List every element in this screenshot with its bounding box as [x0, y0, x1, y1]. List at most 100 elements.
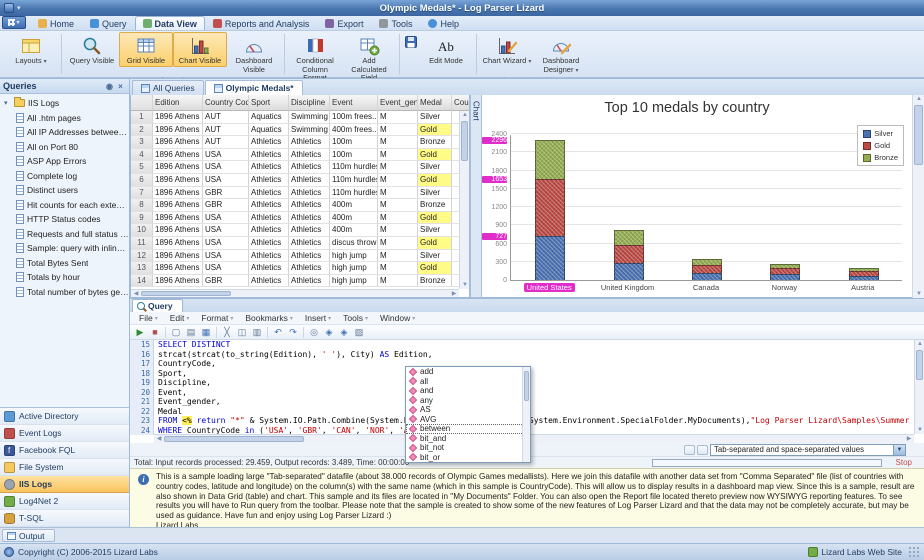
autocomplete-item-avg[interactable]: AVG — [406, 415, 530, 425]
save-button[interactable] — [403, 34, 419, 50]
tree-item-distinct-users[interactable]: Distinct users — [2, 183, 129, 198]
website-link[interactable]: Lizard Labs Web Site — [821, 547, 902, 557]
category-event-logs[interactable]: Event Logs — [0, 425, 129, 442]
x-label-austria[interactable]: Austria — [824, 283, 902, 292]
tree-item-requests-and-full-status-by-num[interactable]: Requests and full status by num... — [2, 227, 129, 242]
table-row[interactable]: 4 1896 Athens USA Athletics Athletics 100m M Go… — [131, 148, 469, 162]
menu-bookmarks[interactable]: Bookmarks ▾ — [239, 313, 299, 323]
stop-button[interactable]: Stop — [888, 458, 920, 467]
menu-tools[interactable]: Tools ▾ — [337, 313, 374, 323]
chevron-down-icon[interactable]: ▼ — [893, 444, 905, 455]
content-vertical-scrollbar[interactable]: ▲ ▼ — [912, 95, 924, 298]
scroll-down-icon[interactable]: ▼ — [460, 281, 469, 289]
table-row[interactable]: 6 1896 Athens USA Athletics Athletics 110m hu… — [131, 173, 469, 187]
editor-horizontal-scrollbar[interactable]: ◀ ▶ — [154, 434, 914, 443]
x-label-united-states[interactable]: United States — [510, 283, 588, 292]
autocomplete-item-as[interactable]: AS — [406, 405, 530, 415]
category-active-directory[interactable]: Active Directory — [0, 408, 129, 425]
app-icon[interactable] — [4, 3, 14, 13]
table-row[interactable]: 7 1896 Athens GBR Athletics Athletics 110m hu… — [131, 186, 469, 200]
legend-item-bronze[interactable]: Bronze — [863, 153, 898, 162]
output-tab[interactable]: Output — [2, 529, 55, 542]
column-header-discipline[interactable]: Discipline — [289, 95, 330, 111]
bookmark-next-button[interactable]: ◈ — [337, 326, 351, 339]
tree-item-all-ip-addresses-between-192-16[interactable]: All IP Addresses between 192.16... — [2, 125, 129, 140]
table-row[interactable]: 12 1896 Athens USA Athletics Athletics high j… — [131, 249, 469, 263]
code-text[interactable]: Event_gender, — [154, 397, 221, 407]
tree-item-all-htm-pages[interactable]: All .htm pages — [2, 111, 129, 126]
menu-edit[interactable]: Edit ▾ — [164, 313, 196, 323]
autocomplete-item-bit-and[interactable]: bit_and — [406, 434, 530, 444]
scrollbar-thumb[interactable] — [524, 371, 529, 401]
menu-tab-tools[interactable]: Tools — [371, 16, 420, 30]
undo-button[interactable]: ↶ — [271, 326, 285, 339]
column-header-cou[interactable]: Cou... — [452, 95, 469, 111]
find-button[interactable]: ◎ — [307, 326, 321, 339]
resize-grip[interactable] — [908, 546, 920, 558]
tree-item-sample-query-with-inline-vb-net[interactable]: Sample: query with inline VB.Net — [2, 241, 129, 256]
scrollbar-thumb[interactable] — [164, 436, 304, 442]
autocomplete-item-add[interactable]: add — [406, 367, 530, 377]
grid-visible-button[interactable]: Grid Visible — [119, 32, 173, 67]
grid-vertical-scrollbar[interactable]: ▲ ▼ — [459, 111, 469, 289]
scrollbar-thumb[interactable] — [916, 350, 923, 380]
quick-access-dropdown-icon[interactable]: ▾ — [17, 4, 21, 12]
grid-horizontal-scrollbar[interactable]: ◀ ▶ — [131, 289, 459, 297]
code-text[interactable]: Event, — [154, 388, 187, 398]
tree-root-iis-logs[interactable]: ▾ IIS Logs — [2, 96, 129, 111]
menu-tab-reports-and-analysis[interactable]: Reports and Analysis — [205, 16, 318, 30]
menu-tab-export[interactable]: Export — [317, 16, 371, 30]
tree-item-total-bytes-sent[interactable]: Total Bytes Sent — [2, 256, 129, 271]
category-t-sql[interactable]: T-SQL — [0, 510, 129, 527]
autocomplete-item-and[interactable]: and — [406, 386, 530, 396]
menu-tab-home[interactable]: Home — [30, 16, 82, 30]
format-option-icon[interactable] — [684, 444, 695, 455]
table-row[interactable]: 14 1896 Athens GBR Athletics Athletics high j… — [131, 274, 469, 288]
edit-mode-button[interactable]: Ab Edit Mode — [419, 32, 473, 67]
table-row[interactable]: 5 1896 Athens USA Athletics Athletics 110m hu… — [131, 161, 469, 174]
category-facebook-fql[interactable]: Facebook FQL — [0, 442, 129, 459]
scroll-up-icon[interactable]: ▲ — [460, 111, 469, 119]
column-header-country-code[interactable]: Country Code — [203, 95, 249, 111]
menu-window[interactable]: Window ▾ — [374, 313, 421, 323]
tree-item-totals-by-hour[interactable]: Totals by hour — [2, 270, 129, 285]
table-row[interactable]: 8 1896 Athens GBR Athletics Athletics 400m M Br… — [131, 199, 469, 212]
table-row[interactable]: 3 1896 Athens AUT Athletics Athletics 100m M Br… — [131, 136, 469, 149]
tree-item-complete-log[interactable]: Complete log — [2, 169, 129, 184]
bar-united-kingdom[interactable] — [613, 229, 644, 280]
input-format-combobox[interactable]: Tab-separated and space-separated values… — [710, 443, 906, 456]
cut-button[interactable]: ╳ — [220, 326, 234, 339]
bar-united-states[interactable] — [535, 140, 566, 280]
editor-vertical-scrollbar[interactable]: ▲ ▼ — [914, 340, 924, 434]
legend-item-silver[interactable]: Silver — [863, 129, 898, 138]
new-file-button[interactable]: ▢ — [169, 326, 183, 339]
legend-item-gold[interactable]: Gold — [863, 141, 898, 150]
code-text[interactable]: SELECT DISTINCT — [154, 340, 230, 350]
copy-button[interactable]: ◫ — [235, 326, 249, 339]
menu-tab-query[interactable]: Query — [82, 16, 135, 30]
query-visible-button[interactable]: Query Visible — [65, 32, 119, 67]
bar-norway[interactable] — [770, 263, 801, 280]
code-text[interactable]: FROM <% return "*" & System.IO.Path.Comb… — [154, 416, 924, 426]
scrollbar-thumb[interactable] — [461, 121, 468, 161]
document-tab-all-queries[interactable]: All Queries — [132, 80, 204, 95]
query-tab[interactable]: Query — [132, 299, 183, 312]
autocomplete-item-all[interactable]: all — [406, 377, 530, 387]
chart-side-tab[interactable]: Chart — [470, 95, 482, 298]
conditional-column-format-button[interactable]: Conditional Column Format — [288, 32, 342, 84]
table-row[interactable]: 13 1896 Athens USA Athletics Athletics high j… — [131, 262, 469, 275]
tree-item-http-status-codes[interactable]: HTTP Status codes — [2, 212, 129, 227]
bar-austria[interactable] — [848, 267, 879, 280]
menu-format[interactable]: Format ▾ — [195, 313, 239, 323]
column-header-sport[interactable]: Sport — [249, 95, 289, 111]
chart-wizard-button[interactable]: Chart Wizard ▾ — [480, 32, 534, 68]
column-header-event-gen[interactable]: Event_gen... — [378, 95, 418, 111]
table-row[interactable]: 1 1896 Athens AUT Aquatics Swimming 100m free… — [131, 111, 469, 124]
save-file-button[interactable]: ▦ — [199, 326, 213, 339]
scrollbar-thumb[interactable] — [141, 291, 231, 296]
scrollbar-thumb[interactable] — [914, 105, 923, 165]
pin-icon[interactable]: ◉ — [104, 81, 115, 92]
code-text[interactable]: Sport, — [154, 369, 187, 379]
tree-item-total-number-of-bytes-generated[interactable]: Total number of bytes generated... — [2, 285, 129, 300]
code-text[interactable]: Discipline, — [154, 378, 211, 388]
